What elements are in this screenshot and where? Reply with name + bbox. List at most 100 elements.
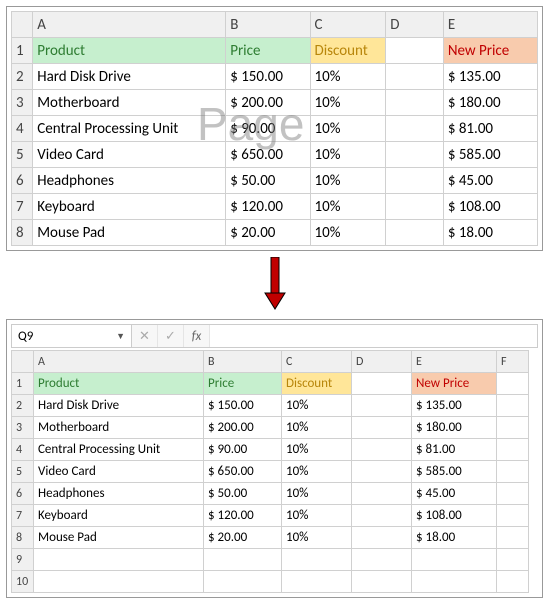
col-header[interactable]: B — [226, 12, 310, 38]
cell-empty[interactable] — [386, 142, 444, 168]
cell-empty[interactable] — [497, 527, 529, 549]
header-newprice[interactable]: New Price — [443, 38, 537, 64]
formula-input[interactable] — [210, 325, 537, 347]
cell-discount[interactable]: 10% — [282, 505, 352, 527]
cell-empty[interactable] — [386, 168, 444, 194]
cell-product[interactable]: Hard Disk Drive — [33, 64, 226, 90]
cell-product[interactable]: Hard Disk Drive — [34, 395, 204, 417]
corner-cell[interactable] — [12, 351, 34, 373]
cell-product[interactable]: Keyboard — [33, 194, 226, 220]
row-header[interactable]: 6 — [12, 168, 33, 194]
row-header[interactable]: 10 — [12, 571, 34, 593]
cell-empty[interactable] — [34, 571, 204, 593]
cell-empty[interactable] — [386, 220, 444, 246]
cell-empty[interactable] — [386, 64, 444, 90]
cell-price[interactable]: $ 650.00 — [226, 142, 310, 168]
cell-newprice[interactable]: $ 135.00 — [412, 395, 497, 417]
row-header[interactable]: 1 — [12, 38, 33, 64]
cell-newprice[interactable]: $ 108.00 — [443, 194, 537, 220]
cell-empty[interactable] — [412, 571, 497, 593]
header-price[interactable]: Price — [204, 373, 282, 395]
cancel-icon[interactable]: ✕ — [132, 325, 158, 347]
cell-newprice[interactable]: $ 18.00 — [443, 220, 537, 246]
row-header[interactable]: 8 — [12, 220, 33, 246]
spreadsheet-top[interactable]: A B C D E 1 Product Price Discount New P… — [11, 11, 538, 246]
col-header[interactable]: C — [282, 351, 352, 373]
header-product[interactable]: Product — [34, 373, 204, 395]
cell-newprice[interactable]: $ 585.00 — [412, 461, 497, 483]
cell-discount[interactable]: 10% — [282, 483, 352, 505]
cell-price[interactable]: $ 200.00 — [226, 90, 310, 116]
cell-empty[interactable] — [352, 395, 412, 417]
cell-discount[interactable]: 10% — [282, 527, 352, 549]
cell-newprice[interactable]: $ 180.00 — [412, 417, 497, 439]
cell-newprice[interactable]: $ 180.00 — [443, 90, 537, 116]
cell-empty[interactable] — [204, 571, 282, 593]
cell-price[interactable]: $ 120.00 — [226, 194, 310, 220]
cell-price[interactable]: $ 90.00 — [204, 439, 282, 461]
cell-newprice[interactable]: $ 18.00 — [412, 527, 497, 549]
cell-discount[interactable]: 10% — [310, 168, 386, 194]
row-header[interactable]: 7 — [12, 505, 34, 527]
cell-empty[interactable] — [497, 439, 529, 461]
cell-discount[interactable]: 10% — [310, 64, 386, 90]
row-header[interactable]: 8 — [12, 527, 34, 549]
cell-price[interactable]: $ 120.00 — [204, 505, 282, 527]
cell-empty[interactable] — [497, 417, 529, 439]
row-header[interactable]: 5 — [12, 461, 34, 483]
cell-newprice[interactable]: $ 81.00 — [443, 116, 537, 142]
cell-empty[interactable] — [497, 395, 529, 417]
cell-empty[interactable] — [386, 90, 444, 116]
row-header[interactable]: 5 — [12, 142, 33, 168]
cell-empty[interactable] — [352, 373, 412, 395]
cell-newprice[interactable]: $ 45.00 — [412, 483, 497, 505]
cell-newprice[interactable]: $ 81.00 — [412, 439, 497, 461]
cell-product[interactable]: Central Processing Unit — [34, 439, 204, 461]
col-header[interactable]: B — [204, 351, 282, 373]
dropdown-icon[interactable]: ▼ — [116, 331, 125, 342]
confirm-icon[interactable]: ✓ — [158, 325, 184, 347]
cell-empty[interactable] — [497, 373, 529, 395]
cell-discount[interactable]: 10% — [310, 194, 386, 220]
cell-price[interactable]: $ 50.00 — [226, 168, 310, 194]
cell-empty[interactable] — [352, 505, 412, 527]
cell-discount[interactable]: 10% — [282, 461, 352, 483]
cell-discount[interactable]: 10% — [282, 395, 352, 417]
cell-empty[interactable] — [497, 505, 529, 527]
cell-price[interactable]: $ 150.00 — [226, 64, 310, 90]
row-header[interactable]: 6 — [12, 483, 34, 505]
cell-price[interactable]: $ 20.00 — [226, 220, 310, 246]
name-box[interactable]: Q9 ▼ — [12, 325, 132, 347]
cell-empty[interactable] — [386, 38, 444, 64]
corner-cell[interactable] — [12, 12, 33, 38]
cell-newprice[interactable]: $ 585.00 — [443, 142, 537, 168]
cell-product[interactable]: Mouse Pad — [33, 220, 226, 246]
col-header[interactable]: D — [386, 12, 444, 38]
header-discount[interactable]: Discount — [310, 38, 386, 64]
col-header[interactable]: E — [443, 12, 537, 38]
cell-price[interactable]: $ 650.00 — [204, 461, 282, 483]
row-header[interactable]: 7 — [12, 194, 33, 220]
cell-empty[interactable] — [386, 116, 444, 142]
header-price[interactable]: Price — [226, 38, 310, 64]
cell-product[interactable]: Video Card — [33, 142, 226, 168]
col-header[interactable]: F — [497, 351, 529, 373]
cell-empty[interactable] — [497, 571, 529, 593]
row-header[interactable]: 3 — [12, 417, 34, 439]
col-header[interactable]: C — [310, 12, 386, 38]
cell-discount[interactable]: 10% — [310, 90, 386, 116]
cell-price[interactable]: $ 200.00 — [204, 417, 282, 439]
cell-empty[interactable] — [352, 439, 412, 461]
cell-empty[interactable] — [352, 527, 412, 549]
cell-empty[interactable] — [386, 194, 444, 220]
cell-product[interactable]: Headphones — [34, 483, 204, 505]
cell-price[interactable]: $ 90.00 — [226, 116, 310, 142]
col-header[interactable]: A — [34, 351, 204, 373]
cell-product[interactable]: Motherboard — [33, 90, 226, 116]
row-header[interactable]: 2 — [12, 64, 33, 90]
cell-product[interactable]: Central Processing Unit — [33, 116, 226, 142]
header-discount[interactable]: Discount — [282, 373, 352, 395]
cell-empty[interactable] — [497, 461, 529, 483]
row-header[interactable]: 2 — [12, 395, 34, 417]
header-newprice[interactable]: New Price — [412, 373, 497, 395]
